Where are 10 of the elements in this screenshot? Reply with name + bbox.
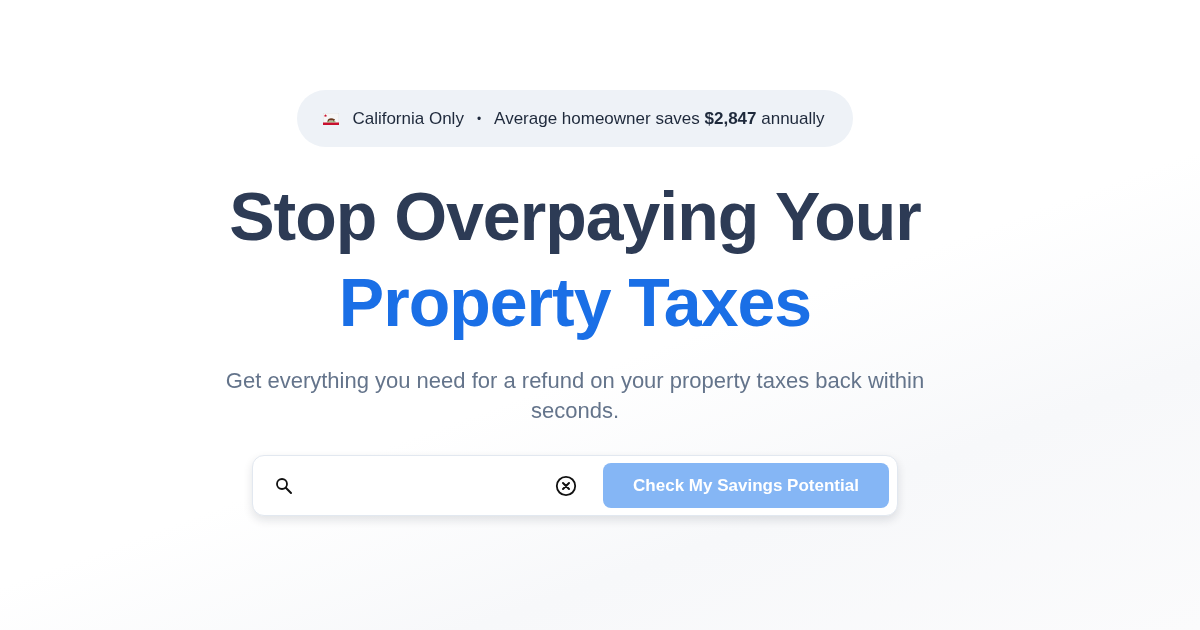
clear-button[interactable] [555,474,577,497]
headline: Stop Overpaying Your [229,177,921,256]
headline-highlight: Property Taxes [337,263,813,342]
clear-icon [555,474,577,497]
flag-icon [323,112,340,125]
separator-dot: • [476,111,482,126]
search-icon [275,476,293,495]
savings-text: Average homeowner saves $2,847 annually [494,108,825,129]
region-label: California Only [352,108,464,129]
subtitle: Get everything you need for a refund on your property taxes back within seconds. [224,367,926,425]
